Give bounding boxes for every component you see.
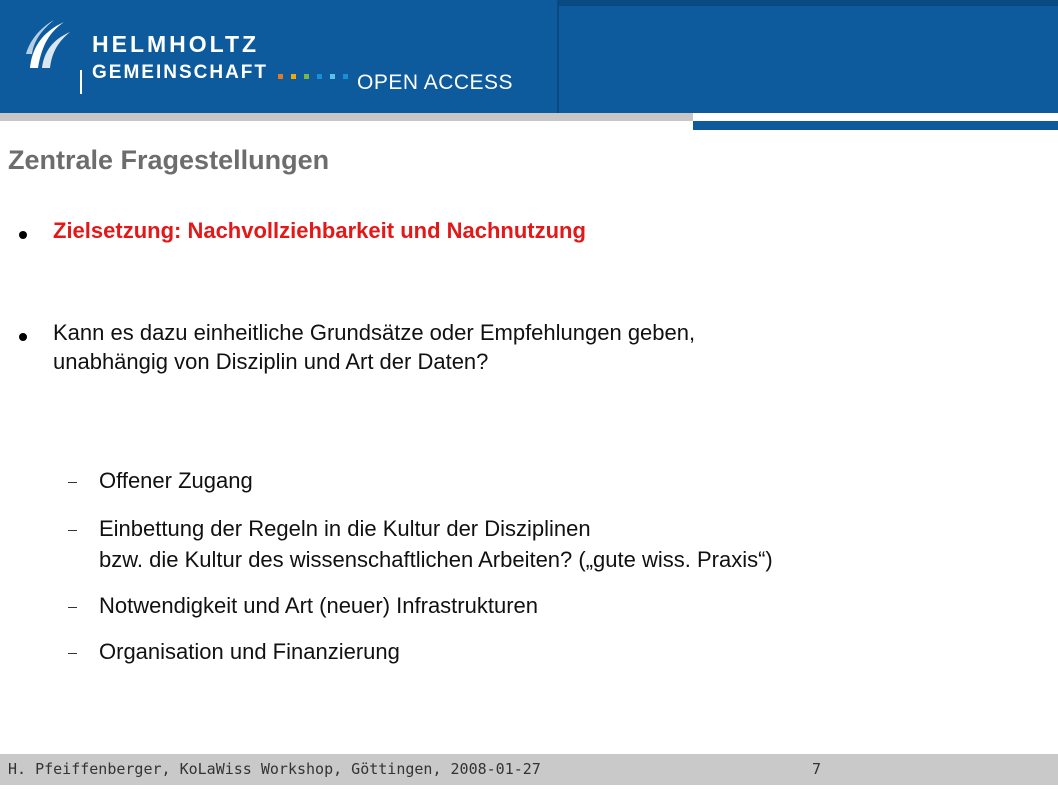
bullet-goal: Zielsetzung: Nachvollziehbarkeit und Nac… <box>53 218 586 243</box>
color-dot <box>317 74 322 79</box>
color-dot <box>330 74 335 79</box>
subitem-culture-line1: Einbettung der Regeln in die Kultur der … <box>99 516 591 541</box>
logo-separator <box>80 70 82 94</box>
color-dot <box>304 74 309 79</box>
subitem-infrastructure: Notwendigkeit und Art (neuer) Infrastruk… <box>99 593 539 618</box>
dash-icon <box>68 653 77 654</box>
footer-citation: H. Pfeiffenberger, KoLaWiss Workshop, Gö… <box>8 760 541 778</box>
dash-icon <box>68 482 77 483</box>
open-access-label: OPEN ACCESS <box>357 71 514 94</box>
dash-icon <box>68 530 77 531</box>
bullet-icon <box>19 333 27 341</box>
subitem-organisation: Organisation und Finanzierung <box>99 639 400 664</box>
helmholtz-logo-icon <box>26 20 70 68</box>
bullet-question-line1: Kann es dazu einheitliche Grundsätze ode… <box>53 320 696 345</box>
color-dot <box>278 74 283 79</box>
subitem-open-access: Offener Zugang <box>99 468 253 493</box>
header-strip-gray <box>0 113 693 121</box>
color-dot <box>291 74 296 79</box>
bullet-question-line2: unabhängig von Disziplin und Art der Dat… <box>53 349 489 374</box>
bullet-icon <box>19 231 27 239</box>
footer-bar: H. Pfeiffenberger, KoLaWiss Workshop, Gö… <box>0 754 1058 785</box>
dash-icon <box>68 607 77 608</box>
page-number: 7 <box>812 760 822 778</box>
header-banner: HELMHOLTZ GEMEINSCHAFT OPEN ACCESS <box>0 0 1058 113</box>
color-dot <box>343 74 348 79</box>
header-strip-blue <box>693 121 1058 130</box>
color-dots <box>278 74 348 80</box>
logo-subname: GEMEINSCHAFT <box>92 62 268 83</box>
header-divider <box>557 0 559 113</box>
slide-title: Zentrale Fragestellungen <box>8 145 330 175</box>
subitem-culture-line2: bzw. die Kultur des wissenschaftlichen A… <box>99 547 773 572</box>
header-topline <box>557 0 1058 6</box>
logo-name: HELMHOLTZ <box>92 31 260 57</box>
